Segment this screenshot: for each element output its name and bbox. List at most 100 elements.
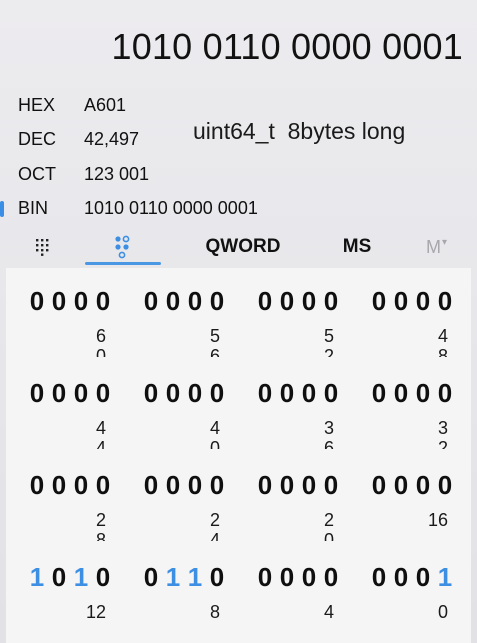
bit-toggle[interactable]: 0 xyxy=(206,378,228,409)
bit-toggle[interactable]: 0 xyxy=(254,378,276,409)
bit-nibble: 000032 xyxy=(348,368,452,460)
bit-toggle[interactable]: 0 xyxy=(92,470,114,501)
radix-row-bin[interactable]: BIN 1010 0110 0000 0001 xyxy=(0,192,477,227)
bit-toggle[interactable]: 0 xyxy=(298,470,320,501)
bit-position-digit xyxy=(408,622,448,633)
memory-recall-button[interactable]: M ▾ xyxy=(416,228,456,266)
bit-toggle[interactable]: 0 xyxy=(254,470,276,501)
bit-toggle[interactable]: 0 xyxy=(92,286,114,317)
bit-toggle[interactable]: 0 xyxy=(26,378,48,409)
radix-label-hex: HEX xyxy=(18,94,56,115)
bit-toggle[interactable]: 0 xyxy=(206,286,228,317)
bit-toggle[interactable]: 0 xyxy=(368,286,390,317)
bit-toggle[interactable]: 1 xyxy=(26,562,48,593)
bit-toggle[interactable]: 0 xyxy=(70,286,92,317)
bit-group: 0001 xyxy=(368,562,456,593)
bit-group: 0000 xyxy=(254,286,342,317)
bit-toggle[interactable]: 0 xyxy=(162,378,184,409)
bit-toggle[interactable]: 0 xyxy=(184,470,206,501)
bit-toggle[interactable]: 0 xyxy=(276,470,298,501)
bit-toggle[interactable]: 0 xyxy=(254,562,276,593)
bit-toggle[interactable]: 0 xyxy=(184,286,206,317)
bit-toggle[interactable]: 0 xyxy=(140,286,162,317)
bit-group: 0000 xyxy=(254,470,342,501)
bit-nibble: 000056 xyxy=(120,276,224,368)
bit-toggle[interactable]: 0 xyxy=(368,378,390,409)
bit-toggle[interactable]: 0 xyxy=(276,562,298,593)
bit-toggle[interactable]: 0 xyxy=(390,562,412,593)
memory-store-button[interactable]: MS xyxy=(330,228,384,266)
bit-position-number: 4 xyxy=(95,418,106,438)
radix-value-bin: 1010 0110 0000 0001 xyxy=(84,198,258,219)
bit-group: 0000 xyxy=(26,286,114,317)
bit-toggle[interactable]: 0 xyxy=(320,286,342,317)
bit-toggle[interactable]: 1 xyxy=(184,562,206,593)
bit-toggle[interactable]: 1 xyxy=(162,562,184,593)
bit-toggle[interactable]: 0 xyxy=(368,562,390,593)
bit-toggle[interactable]: 0 xyxy=(412,470,434,501)
bit-toggle[interactable]: 0 xyxy=(26,470,48,501)
bit-position-number: 5 xyxy=(209,326,220,346)
bit-nibble: 01108 xyxy=(120,552,224,643)
bit-toggle[interactable]: 0 xyxy=(390,286,412,317)
bit-toggle[interactable]: 0 xyxy=(298,378,320,409)
bit-nibble: 000060 xyxy=(6,276,110,368)
bit-toggle[interactable]: 0 xyxy=(368,470,390,501)
bit-toggle[interactable]: 0 xyxy=(298,286,320,317)
bit-position-number: 2 xyxy=(95,510,106,530)
bit-toggle-keypad-button[interactable] xyxy=(100,228,146,266)
bit-toggle[interactable]: 0 xyxy=(92,378,114,409)
bit-toggle[interactable]: 0 xyxy=(254,286,276,317)
bit-toggle[interactable]: 0 xyxy=(412,562,434,593)
bit-toggle[interactable]: 0 xyxy=(48,562,70,593)
bit-toggle[interactable]: 0 xyxy=(412,378,434,409)
bit-toggle[interactable]: 0 xyxy=(92,562,114,593)
bit-toggle[interactable]: 0 xyxy=(320,378,342,409)
full-keypad-button[interactable] xyxy=(24,228,64,266)
bit-position-label: 60 xyxy=(66,326,106,357)
keypad-grid-icon xyxy=(36,239,49,256)
bit-toggle[interactable]: 0 xyxy=(70,470,92,501)
bit-toggle[interactable]: 0 xyxy=(320,470,342,501)
bit-toggle[interactable]: 0 xyxy=(184,378,206,409)
radix-row-oct[interactable]: OCT 123 001 xyxy=(0,157,477,192)
bit-toggle[interactable]: 0 xyxy=(206,562,228,593)
bit-toggle[interactable]: 0 xyxy=(162,470,184,501)
bit-position-label: 24 xyxy=(180,510,220,541)
bit-toggle[interactable]: 0 xyxy=(140,378,162,409)
bit-position-digit xyxy=(294,622,334,633)
bit-toggle[interactable]: 0 xyxy=(48,286,70,317)
bit-toggle[interactable]: 0 xyxy=(70,378,92,409)
bit-toggle[interactable]: 0 xyxy=(434,470,456,501)
bit-toggle[interactable]: 0 xyxy=(412,286,434,317)
bit-toggle[interactable]: 1 xyxy=(70,562,92,593)
bit-toggle[interactable]: 0 xyxy=(390,378,412,409)
bit-toggle[interactable]: 0 xyxy=(320,562,342,593)
bit-toggle[interactable]: 0 xyxy=(390,470,412,501)
bit-position-label: 8 xyxy=(180,602,220,633)
bit-position-label: 20 xyxy=(294,510,334,541)
bit-nibble: 000044 xyxy=(6,368,110,460)
selection-indicator xyxy=(0,200,4,217)
bit-toggle[interactable]: 0 xyxy=(140,562,162,593)
bit-row: 0 0 0 0 2 8 0 0 0 0 2 4 0 0 0 0 2 0 0 0 0 0 16 xyxy=(6,460,471,552)
bit-toggle[interactable]: 0 xyxy=(298,562,320,593)
bit-position-number: 5 xyxy=(323,326,334,346)
bit-toggle[interactable]: 0 xyxy=(48,470,70,501)
bit-toggle[interactable]: 0 xyxy=(434,378,456,409)
word-size-button[interactable]: QWORD xyxy=(193,228,293,266)
bit-toggle[interactable]: 0 xyxy=(26,286,48,317)
bit-toggle[interactable]: 0 xyxy=(276,378,298,409)
bit-toggle[interactable]: 0 xyxy=(206,470,228,501)
memory-recall-label: M xyxy=(425,236,441,257)
bit-position-digit: 0 xyxy=(323,530,334,541)
word-size-label: QWORD xyxy=(205,236,281,257)
bit-toggle[interactable]: 0 xyxy=(434,286,456,317)
bit-toggle[interactable]: 0 xyxy=(276,286,298,317)
bit-toggle[interactable]: 1 xyxy=(434,562,456,593)
bit-toggle[interactable]: 0 xyxy=(48,378,70,409)
bit-toggle[interactable]: 0 xyxy=(140,470,162,501)
bit-position-digit: 8 xyxy=(437,346,448,357)
bit-group: 0000 xyxy=(140,378,228,409)
bit-toggle[interactable]: 0 xyxy=(162,286,184,317)
